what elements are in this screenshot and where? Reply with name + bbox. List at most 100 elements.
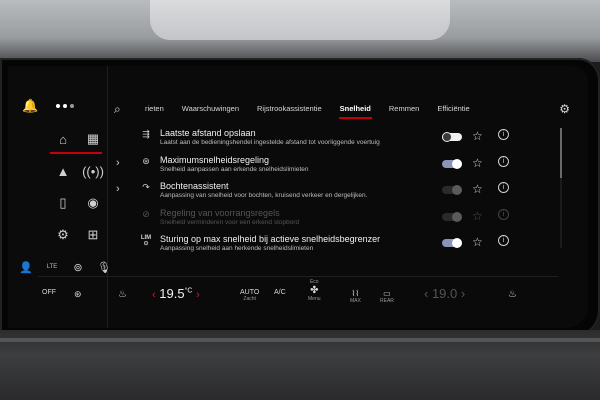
defrost-icon: ⌇⌇ xyxy=(351,289,360,298)
trim-line xyxy=(0,338,600,342)
user-icon[interactable]: 👤 xyxy=(18,258,34,276)
info-icon[interactable]: i xyxy=(498,182,509,193)
setting-subtitle: Snelheid aanpassen aan erkende snelheids… xyxy=(160,165,309,173)
car-settings-icon[interactable]: ⚙ xyxy=(50,224,76,246)
app-grid: ⌂ ▦ ▲ ((•)) ▯ ◉ ⚙ ⊞ xyxy=(50,128,106,246)
setting-subtitle: Snelheid verminderen voor een erkend sto… xyxy=(160,218,300,226)
navigation-icon[interactable]: ▲ xyxy=(50,160,76,182)
gear-icon[interactable]: ⚙ xyxy=(559,102,570,116)
rear-defrost-icon: ▭ xyxy=(383,289,391,298)
setting-row[interactable]: LIM ⊙ Sturing op max snelheid bij actieve… xyxy=(112,230,562,257)
auto-label: AUTO xyxy=(240,289,260,296)
favorite-star-icon[interactable]: ☆ xyxy=(472,182,483,196)
connectivity-icon[interactable]: ⊚ xyxy=(70,258,86,276)
info-icon[interactable]: i xyxy=(498,235,509,246)
setting-row[interactable]: ⇶ Laatste afstand opslaan Laatst aan de … xyxy=(112,124,562,151)
tab-bar: ⌕ rieten Waarschuwingen Rijstrookassiste… xyxy=(108,96,588,122)
setting-row[interactable]: › ↷ Bochtenassistent Aanpassing van snel… xyxy=(112,177,562,204)
page-dots xyxy=(56,104,75,108)
apps-grid-icon[interactable]: ▦ xyxy=(80,128,106,150)
home-active-indicator xyxy=(50,152,102,154)
setting-subtitle: Laatst aan de bedieningshendel ingesteld… xyxy=(160,139,380,146)
temp-unit: °C xyxy=(184,287,193,295)
limiter-icon: LIM ⊙ xyxy=(140,235,152,247)
seat-heat-icon[interactable]: ♨ xyxy=(118,289,127,300)
temp-left[interactable]: ‹ 19.5°C › xyxy=(152,286,200,301)
microphone-icon[interactable]: 🎙 xyxy=(96,258,112,276)
tab-remmen[interactable]: Remmen xyxy=(380,96,428,122)
toggle-knob xyxy=(452,158,462,169)
dashboard-trim xyxy=(0,330,600,400)
setting-toggle[interactable] xyxy=(442,132,462,142)
auto-sub: Zacht xyxy=(243,296,256,302)
tab-snelheid[interactable]: Snelheid xyxy=(331,96,380,122)
max-defrost-button[interactable]: ⌇⌇ MAX xyxy=(350,289,361,304)
temp-decrease-icon[interactable]: ‹ xyxy=(152,289,156,301)
setting-toggle[interactable] xyxy=(442,238,462,248)
chevron-right-icon[interactable]: › xyxy=(116,157,120,169)
setting-title: Sturing op max snelheid bij actieve snel… xyxy=(160,234,381,244)
setting-subtitle: Aanpassing snelheid aan herkende snelhei… xyxy=(160,245,314,252)
rail-bottom: 👤 LTE ⊚ 🎙 xyxy=(18,258,112,276)
rear-defrost-button[interactable]: ▭ REAR xyxy=(380,289,394,304)
limiter-label: LIM xyxy=(140,235,152,241)
tab-waarschuwingen[interactable]: Waarschuwingen xyxy=(173,96,248,122)
scrollbar-thumb[interactable] xyxy=(560,128,562,178)
setting-toggle[interactable] xyxy=(442,158,462,169)
setting-row: ⊘ Regeling van voorrangsregels Snelheid … xyxy=(112,204,562,231)
auto-button[interactable]: AUTO Zacht xyxy=(240,289,259,302)
list-scrollbar[interactable] xyxy=(560,128,562,248)
settings-list: ⇶ Laatste afstand opslaan Laatst aan de … xyxy=(112,124,562,257)
toggle-knob xyxy=(452,211,462,222)
phone-icon[interactable]: ▯ xyxy=(50,192,76,214)
tab-parkeren[interactable]: rieten xyxy=(136,96,173,122)
fan-icon: ✤ xyxy=(310,285,319,296)
distance-icon: ⇶ xyxy=(142,129,150,139)
toggle-knob xyxy=(452,185,462,195)
climate-bar: OFF ⊛ ♨ ‹ 19.5°C › AUTO Zacht A/C Eco ✤ Men… xyxy=(38,276,558,316)
eco-fan-button[interactable]: Eco ✤ Menu xyxy=(308,279,321,302)
bell-icon[interactable]: 🔔 xyxy=(22,98,38,114)
info-icon[interactable]: i xyxy=(498,155,509,167)
climate-off-button[interactable]: OFF xyxy=(42,289,56,296)
info-icon: i xyxy=(498,208,509,220)
media-icon[interactable]: ◉ xyxy=(80,192,106,214)
radio-icon[interactable]: ((•)) xyxy=(80,160,106,182)
chevron-right-icon[interactable]: › xyxy=(116,183,120,195)
temp-left-value: 19.5 xyxy=(159,286,185,301)
home-icon[interactable]: ⌂ xyxy=(50,128,76,150)
setting-title: Regeling van voorrangsregels xyxy=(160,207,280,218)
tab-rijstrookassistentie[interactable]: Rijstrookassistentie xyxy=(248,96,331,122)
setting-toggle xyxy=(442,211,462,222)
dot-1 xyxy=(56,104,61,108)
setting-toggle[interactable] xyxy=(442,185,462,195)
favorite-star-icon[interactable]: ☆ xyxy=(472,156,483,170)
menu-label: Menu xyxy=(308,296,321,302)
temp-right[interactable]: ‹ 19.0 › xyxy=(424,286,465,301)
setting-row[interactable]: › ⊛ Maximumsnelheidsregeling Snelheid aa… xyxy=(112,151,562,178)
temp-right-value: 19.0 xyxy=(431,286,458,301)
priority-rules-icon: ⊘ xyxy=(142,208,150,219)
toggle-knob xyxy=(452,238,462,248)
info-icon[interactable]: i xyxy=(498,129,509,140)
setting-title: Laatste afstand opslaan xyxy=(160,128,256,138)
favorite-star-icon[interactable]: ☆ xyxy=(472,129,483,143)
speed-limit-icon: ⊛ xyxy=(142,155,150,166)
setting-subtitle: Aanpassing van snelheid voor bochten, kr… xyxy=(160,192,368,199)
store-icon[interactable]: ⊞ xyxy=(80,224,106,246)
favorite-star-icon[interactable]: ☆ xyxy=(472,235,483,249)
seat-heat-right-icon[interactable]: ♨ xyxy=(508,289,517,300)
setting-title: Bochtenassistent xyxy=(160,181,229,191)
toggle-knob xyxy=(442,132,452,142)
temp-increase-icon[interactable]: › xyxy=(196,289,200,301)
search-icon[interactable]: ⌕ xyxy=(114,102,136,117)
infotainment-screen: 🔔 ⌂ ▦ ▲ ((•)) ▯ ◉ ⚙ ⊞ 👤 LTE ⊚ 🎙 ⌕ rieten… xyxy=(8,66,588,328)
max-label: MAX xyxy=(350,298,361,304)
ac-button[interactable]: A/C xyxy=(274,289,286,296)
curve-icon: ↷ xyxy=(142,182,150,192)
fan-icon[interactable]: ⊛ xyxy=(74,289,82,300)
rear-label: REAR xyxy=(380,298,394,304)
lte-label: LTE xyxy=(46,264,58,270)
favorite-star-icon: ☆ xyxy=(472,208,483,223)
tab-efficientie[interactable]: Efficiëntie xyxy=(428,96,478,122)
